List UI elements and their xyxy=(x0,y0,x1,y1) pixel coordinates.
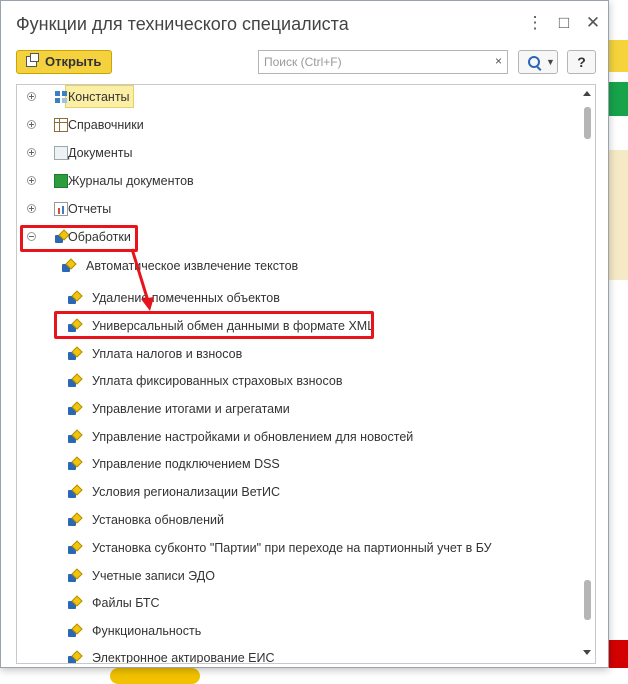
tree-item-journals[interactable]: Журналы документов xyxy=(27,171,567,195)
processing-icon xyxy=(67,402,81,416)
tree-child-item[interactable]: Уплата фиксированных страховых взносов xyxy=(67,371,567,395)
tree-item-label: Уплата фиксированных страховых взносов xyxy=(92,374,343,388)
dialog-window: Функции для технического специалиста ⋮ □… xyxy=(0,0,609,668)
tree-item-constants[interactable]: Константы xyxy=(27,87,567,111)
tree-child-item[interactable]: Функциональность xyxy=(67,621,567,645)
report-icon xyxy=(54,202,68,216)
highlight-box-xml-exchange xyxy=(54,311,374,339)
scrollbar-thumb[interactable] xyxy=(584,580,591,620)
tree-item-label: Электронное актирование ЕИС xyxy=(92,651,275,664)
tree-child-item[interactable]: Установка субконто "Партии" при переходе… xyxy=(67,538,567,562)
background-app-strip xyxy=(608,0,628,684)
expand-icon[interactable] xyxy=(27,120,36,129)
processing-icon xyxy=(67,347,81,361)
background-block xyxy=(608,150,628,280)
tree-item-label: Управление итогами и агрегатами xyxy=(92,402,290,416)
processing-icon xyxy=(67,513,81,527)
processing-icon xyxy=(67,624,81,638)
tree-item-catalogs[interactable]: Справочники xyxy=(27,115,567,139)
vertical-scrollbar[interactable] xyxy=(579,85,595,663)
scroll-down-icon[interactable] xyxy=(583,650,591,655)
expand-icon[interactable] xyxy=(27,92,36,101)
close-icon[interactable]: ✕ xyxy=(583,13,603,33)
expand-icon[interactable] xyxy=(27,176,36,185)
maximize-icon[interactable]: □ xyxy=(554,13,574,33)
open-button[interactable]: Открыть xyxy=(16,50,112,74)
tree-item-label: Учетные записи ЭДО xyxy=(92,569,215,583)
processing-icon xyxy=(67,569,81,583)
processing-icon xyxy=(67,430,81,444)
tree-child-item[interactable]: Электронное актирование ЕИС xyxy=(67,648,567,664)
tree-item-label: Автоматическое извлечение текстов xyxy=(86,259,299,273)
background-app-bottom xyxy=(0,668,628,684)
processing-icon xyxy=(67,541,81,555)
tree-child-item[interactable]: Установка обновлений xyxy=(67,510,567,534)
tree-item-label: Функциональность xyxy=(92,624,202,638)
annotation-arrow xyxy=(130,248,154,311)
processing-icon xyxy=(67,485,81,499)
tree-child-item[interactable]: Управление подключением DSS xyxy=(67,454,567,478)
tree-child-item[interactable]: Учетные записи ЭДО xyxy=(67,566,567,590)
open-button-label: Открыть xyxy=(45,54,102,69)
help-button[interactable]: ? xyxy=(567,50,596,74)
more-vertical-icon[interactable]: ⋮ xyxy=(525,13,545,33)
document-icon xyxy=(54,146,68,160)
search-field[interactable]: × xyxy=(258,50,508,74)
tree-child-item[interactable]: Управление итогами и агрегатами xyxy=(67,399,567,423)
tree-item-label: Условия регионализации ВетИС xyxy=(92,485,281,499)
tree-item-label: Управление подключением DSS xyxy=(92,457,280,471)
background-block xyxy=(608,40,628,72)
clear-search-icon[interactable]: × xyxy=(495,54,502,68)
journal-icon xyxy=(54,174,68,188)
search-button[interactable]: ▼ xyxy=(518,50,558,74)
tree-item-label: Установка обновлений xyxy=(92,513,224,527)
search-input[interactable] xyxy=(259,51,497,73)
processing-icon xyxy=(67,596,81,610)
tree-item-documents[interactable]: Документы xyxy=(27,143,567,167)
scroll-up-icon[interactable] xyxy=(583,91,591,96)
tree-item-label: Удаление помеченных объектов xyxy=(92,291,280,305)
processing-icon xyxy=(67,457,81,471)
tree-item-label: Журналы документов xyxy=(68,174,194,188)
tree-child-item[interactable]: Уплата налогов и взносов xyxy=(67,344,567,368)
chevron-down-icon: ▼ xyxy=(546,57,555,67)
highlight-box-processing xyxy=(20,225,138,252)
tree-item-label: Установка субконто "Партии" при переходе… xyxy=(92,541,492,555)
tree-item-label: Константы xyxy=(68,90,130,104)
constants-icon xyxy=(54,90,68,104)
tree-item-label: Уплата налогов и взносов xyxy=(92,347,243,361)
expand-icon[interactable] xyxy=(27,204,36,213)
tree-item-label: Документы xyxy=(68,146,133,160)
tree-item-label: Справочники xyxy=(68,118,144,132)
window-title: Функции для технического специалиста xyxy=(16,14,349,34)
function-tree[interactable]: Константы Справочники Документы Журналы … xyxy=(16,84,596,664)
tree-item-label: Файлы БТС xyxy=(92,596,160,610)
tree-child-item[interactable]: Файлы БТС xyxy=(67,593,567,617)
search-icon xyxy=(528,56,540,68)
processing-icon xyxy=(61,259,75,273)
tree-item-reports[interactable]: Отчеты xyxy=(27,199,567,223)
toolbar: Открыть × ▼ ? xyxy=(1,47,608,79)
tree-item-label: Отчеты xyxy=(68,202,112,216)
background-block xyxy=(110,668,200,684)
catalog-icon xyxy=(54,118,68,132)
processing-icon xyxy=(67,291,81,305)
processing-icon xyxy=(67,651,81,663)
processing-icon xyxy=(67,374,81,388)
background-block xyxy=(608,82,628,116)
scrollbar-thumb[interactable] xyxy=(584,107,591,139)
open-icon xyxy=(26,53,39,67)
title-bar: Функции для технического специалиста ⋮ □… xyxy=(1,1,608,47)
expand-icon[interactable] xyxy=(27,148,36,157)
tree-child-item[interactable]: Управление настройками и обновлением для… xyxy=(67,427,567,451)
tree-child-item[interactable]: Условия регионализации ВетИС xyxy=(67,482,567,506)
tree-item-label: Управление настройками и обновлением для… xyxy=(92,430,414,444)
